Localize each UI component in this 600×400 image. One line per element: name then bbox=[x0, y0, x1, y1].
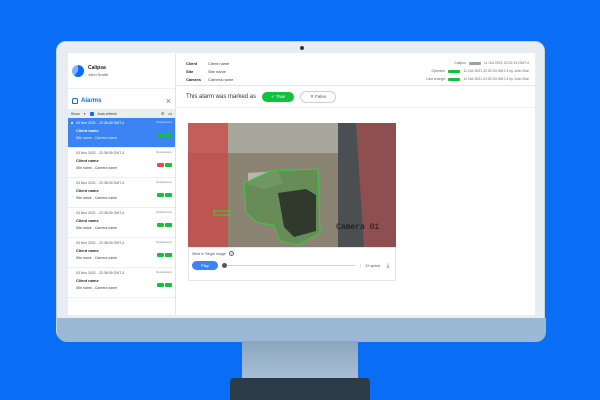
alarm-events: Spatial Events bbox=[156, 241, 172, 262]
event-label: Spatial Events bbox=[156, 121, 172, 124]
camera-key: Camera bbox=[186, 76, 201, 82]
progress-knob[interactable] bbox=[222, 263, 227, 268]
alarm-list-item[interactable]: 03 Nov 2021 - 22:38:09 GMT-4 Client name S… bbox=[68, 178, 175, 208]
verdict-pill-icon bbox=[157, 163, 164, 167]
main-panel: Client Client name Site Site name Camera… bbox=[176, 53, 535, 315]
verdict-pill-icon bbox=[165, 193, 172, 197]
alarm-events: Spatial Events bbox=[156, 181, 172, 202]
monitor-chin bbox=[57, 318, 546, 342]
meta-row-calipso: Calipso 11 Oct 2021 22:02:14 GMT-4 bbox=[426, 59, 529, 67]
download-icon[interactable]: ⤓ bbox=[384, 262, 392, 270]
single-image-question: What is 'Single image' bbox=[192, 251, 227, 256]
last-change-badge bbox=[448, 77, 461, 81]
player-question: What is 'Single image' ? bbox=[189, 248, 395, 259]
operator-value: 11 Oct 2021 22:02:24 GMT-4 by John Doe bbox=[463, 69, 529, 73]
brand-name: Calipsa bbox=[88, 64, 106, 71]
event-label: Spatial Events bbox=[156, 181, 172, 184]
webcam-dot bbox=[300, 46, 304, 50]
speed-selector[interactable]: 2X speed bbox=[360, 263, 380, 268]
chevron-down-icon[interactable]: ▾ bbox=[84, 112, 86, 116]
camera-overlay-label: Camera 01 bbox=[336, 223, 379, 232]
camera-frame[interactable]: Camera 01 bbox=[188, 123, 396, 247]
alarm-events: Spatial Events bbox=[156, 151, 172, 172]
player-row: Play 2X speed ⤓ bbox=[189, 259, 395, 272]
verdict-pill-icon bbox=[165, 163, 172, 167]
verdict-pill-icon bbox=[165, 133, 172, 137]
auto-refresh-checkbox[interactable] bbox=[89, 111, 94, 116]
verdict-history: Calipso 11 Oct 2021 22:02:14 GMT-4 Opera… bbox=[426, 59, 529, 83]
bell-icon bbox=[72, 98, 78, 104]
event-label: Spatial Events bbox=[156, 211, 172, 214]
alarm-events: Spatial Events bbox=[156, 211, 172, 232]
site-key: Site bbox=[186, 68, 194, 74]
alarm-list-item[interactable]: 03 Nov 2021 - 22:38:09 GMT-4 Client name S… bbox=[68, 208, 175, 238]
filter-bar: Show ▾ Auto-refresh ☰ ••• bbox=[68, 109, 175, 118]
event-label: Spatial Events bbox=[156, 151, 172, 154]
verdict-pill-icon bbox=[157, 283, 164, 287]
camera-value: Camera name bbox=[208, 76, 234, 82]
calipso-value: 11 Oct 2021 22:02:14 GMT-4 bbox=[483, 61, 529, 65]
more-options-button[interactable]: ••• bbox=[168, 112, 172, 116]
alarms-title-label: Alarms bbox=[81, 98, 102, 104]
alarm-list-item[interactable]: 03 Nov 2021 - 22:38:09 GMT-4 Client name S… bbox=[68, 238, 175, 268]
client-value: Client name bbox=[208, 60, 230, 66]
calipso-key: Calipso bbox=[454, 61, 466, 65]
verdict-pill-icon bbox=[157, 133, 164, 137]
false-button[interactable]: ✕ False bbox=[300, 90, 337, 103]
client-key: Client bbox=[186, 60, 198, 66]
selected-dot-icon bbox=[71, 122, 73, 124]
alarm-info-header: Client Client name Site Site name Camera… bbox=[176, 53, 535, 86]
verdict-pill-icon bbox=[165, 253, 172, 257]
true-button[interactable]: ✓ True bbox=[262, 91, 295, 102]
meta-row-operator: Operator 11 Oct 2021 22:02:24 GMT-4 by J… bbox=[426, 67, 529, 75]
meta-row-last-change: Last change 11 Oct 2021 22:02:24 GMT-4 b… bbox=[426, 75, 529, 83]
progress-track[interactable] bbox=[222, 263, 357, 268]
monitor-base bbox=[230, 378, 370, 400]
calipsa-logo-icon bbox=[72, 64, 84, 77]
auto-refresh-label: Auto-refresh bbox=[97, 111, 117, 116]
alarms-header: Alarms × bbox=[68, 93, 175, 109]
app-screen: Calipsa John Smith Alarms × Show ▾ Auto-… bbox=[68, 53, 535, 315]
alarms-title: Alarms bbox=[72, 98, 101, 104]
alarm-events: Spatial Events bbox=[156, 271, 172, 292]
play-button[interactable]: Play bbox=[192, 261, 218, 270]
player-controls: What is 'Single image' ? Play 2X speed ⤓ bbox=[188, 247, 396, 281]
brand-header: Calipsa John Smith bbox=[68, 53, 175, 89]
last-change-value: 11 Oct 2021 22:02:24 GMT-4 by John Doe bbox=[463, 77, 529, 81]
verdict-pill-icon bbox=[165, 223, 172, 227]
verdict-pill-icon bbox=[157, 193, 164, 197]
calipso-badge bbox=[468, 61, 481, 65]
verdict-pill-icon bbox=[165, 283, 172, 287]
camera-image: Camera 01 bbox=[188, 123, 396, 247]
verdict-text: This alarm was marked as bbox=[186, 93, 257, 100]
alarm-list: 03 Nov 2021 - 22:38:09 GMT-4 Client name S… bbox=[68, 118, 175, 298]
event-label: Spatial Events bbox=[156, 271, 172, 274]
operator-badge bbox=[448, 69, 461, 73]
close-icon[interactable]: × bbox=[166, 96, 171, 106]
verdict-pill-icon bbox=[157, 253, 164, 257]
help-icon[interactable]: ? bbox=[229, 251, 235, 256]
list-filter-icon[interactable]: ☰ bbox=[161, 112, 164, 116]
user-name: John Smith bbox=[88, 71, 109, 77]
alarm-list-item[interactable]: 03 Nov 2021 - 22:38:09 GMT-4 Client name S… bbox=[68, 148, 175, 178]
operator-key: Operator bbox=[431, 69, 446, 73]
event-label: Spatial Events bbox=[156, 241, 172, 244]
monitor: Calipsa John Smith Alarms × Show ▾ Auto-… bbox=[56, 41, 546, 342]
last-change-key: Last change bbox=[426, 77, 446, 81]
sidebar: Calipsa John Smith Alarms × Show ▾ Auto-… bbox=[68, 53, 176, 315]
alarm-list-item[interactable]: 03 Nov 2021 - 22:38:09 GMT-4 Client name S… bbox=[68, 118, 175, 148]
alarm-list-item[interactable]: 03 Nov 2021 - 22:38:09 GMT-4 Client name S… bbox=[68, 268, 175, 298]
site-value: Site name bbox=[208, 68, 227, 74]
verdict-pill-icon bbox=[157, 223, 164, 227]
monitor-stand bbox=[242, 341, 358, 381]
show-dropdown[interactable]: Show bbox=[71, 112, 80, 116]
alarm-events: Spatial Events bbox=[156, 121, 172, 142]
verdict-bar: This alarm was marked as ✓ True ✕ False bbox=[176, 86, 535, 108]
